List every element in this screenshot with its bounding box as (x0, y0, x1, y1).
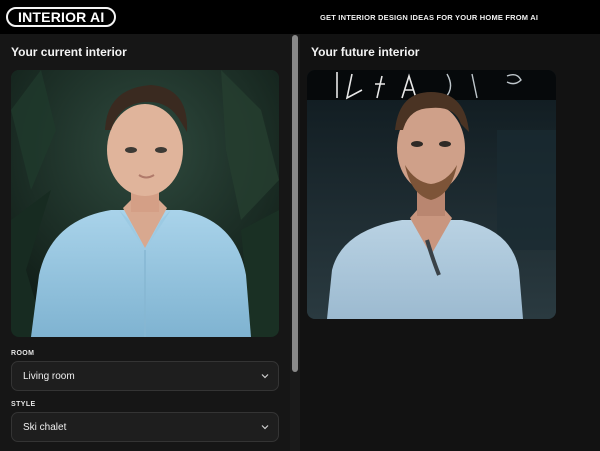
top-bar: INTERIOR AI GET INTERIOR DESIGN IDEAS FO… (0, 0, 600, 34)
chevron-down-icon (260, 422, 270, 432)
future-photo-illustration (307, 70, 556, 319)
style-select-value: Ski chalet (23, 421, 67, 433)
current-photo-illustration (11, 70, 279, 337)
current-interior-title: Your current interior (11, 45, 127, 59)
future-interior-photo[interactable] (307, 70, 556, 319)
room-label: ROOM (11, 350, 35, 357)
style-select[interactable]: Ski chalet (11, 412, 279, 442)
room-select[interactable]: Living room (11, 361, 279, 391)
logo[interactable]: INTERIOR AI (6, 7, 117, 27)
current-interior-photo[interactable] (11, 70, 279, 337)
room-select-value: Living room (23, 370, 75, 382)
chevron-down-icon (260, 371, 270, 381)
future-interior-title: Your future interior (311, 45, 420, 59)
style-label: STYLE (11, 401, 36, 408)
scrollbar-thumb[interactable] (292, 35, 298, 372)
tagline: GET INTERIOR DESIGN IDEAS FOR YOUR HOME … (320, 13, 539, 22)
